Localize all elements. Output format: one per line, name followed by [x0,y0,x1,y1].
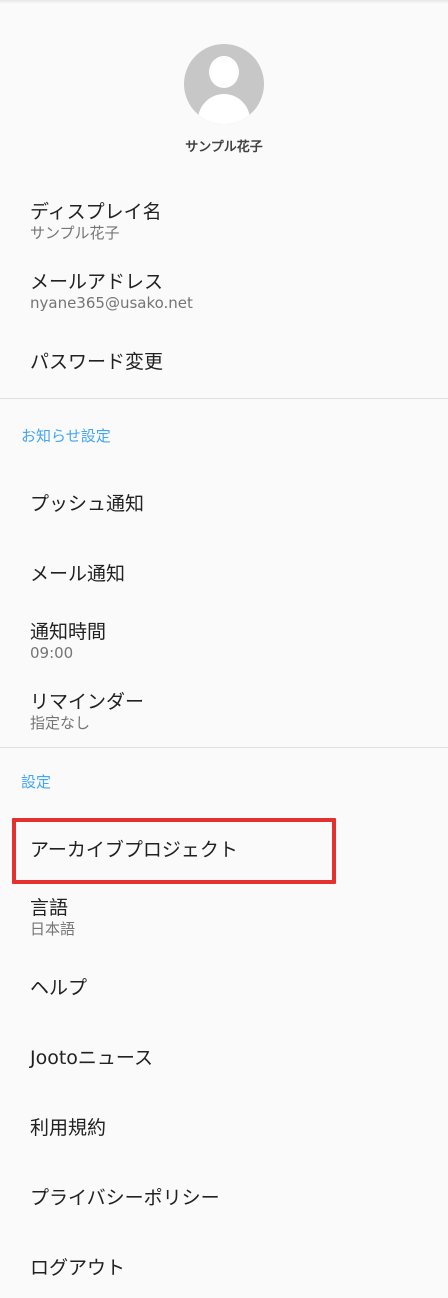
profile-name: サンプル花子 [185,140,263,155]
highlight-box [12,818,336,884]
push-notification-label: プッシュ通知 [30,493,145,515]
avatar-head [209,56,239,88]
avatar-shoulders [198,94,250,124]
change-password-label: パスワード変更 [30,351,164,373]
privacy-policy-label: プライバシーポリシー [30,1187,220,1209]
terms-item[interactable]: 利用規約 [30,1113,430,1143]
email-label: メールアドレス [30,271,164,293]
display-name-label: ディスプレイ名 [30,201,162,223]
email-item[interactable]: メールアドレス nyane365@usako.net [30,270,430,312]
user-avatar-icon[interactable] [184,44,264,124]
profile-header: サンプル花子 [0,44,448,155]
top-shadow [0,0,448,4]
push-notification-item[interactable]: プッシュ通知 [30,489,430,519]
logout-item[interactable]: ログアウト [30,1253,430,1283]
display-name-value: サンプル花子 [30,224,120,242]
notification-time-label: 通知時間 [30,621,107,643]
divider [0,747,448,748]
language-label: 言語 [30,897,69,919]
display-name-item[interactable]: ディスプレイ名 サンプル花子 [30,200,430,242]
language-value: 日本語 [30,920,76,938]
reminder-label: リマインダー [30,691,145,713]
notification-time-item[interactable]: 通知時間 09:00 [30,620,430,662]
help-label: ヘルプ [30,977,88,999]
notifications-section-header: お知らせ設定 [21,427,111,445]
help-item[interactable]: ヘルプ [30,973,430,1003]
news-label: Jootoニュース [30,1047,153,1069]
change-password-item[interactable]: パスワード変更 [30,347,430,377]
settings-section-header: 設定 [21,773,52,791]
mail-notification-label: メール通知 [30,563,126,585]
terms-label: 利用規約 [30,1117,107,1139]
divider [0,398,448,399]
language-item[interactable]: 言語 日本語 [30,896,430,938]
reminder-value: 指定なし [30,714,91,732]
privacy-policy-item[interactable]: プライバシーポリシー [30,1183,430,1213]
logout-label: ログアウト [30,1257,126,1279]
email-value: nyane365@usako.net [30,294,193,312]
notification-time-value: 09:00 [30,644,74,662]
news-item[interactable]: Jootoニュース [30,1043,430,1073]
reminder-item[interactable]: リマインダー 指定なし [30,690,430,732]
mail-notification-item[interactable]: メール通知 [30,559,430,589]
